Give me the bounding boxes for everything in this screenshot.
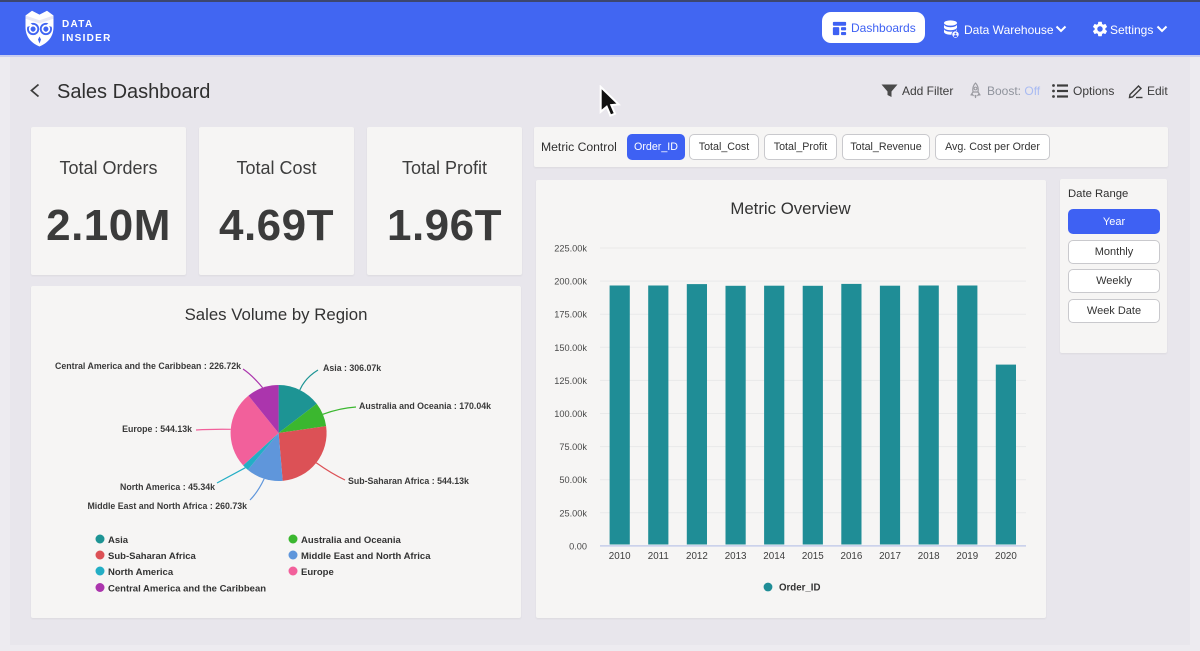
svg-text:2020: 2020: [995, 551, 1017, 562]
svg-text:2017: 2017: [879, 551, 901, 562]
svg-text:Sub-Saharan Africa: Sub-Saharan Africa: [108, 551, 197, 562]
svg-text:2012: 2012: [686, 551, 708, 562]
svg-text:225.00k: 225.00k: [554, 244, 587, 254]
svg-text:Australia and Oceania: Australia and Oceania: [301, 535, 402, 546]
svg-text:2013: 2013: [725, 551, 747, 562]
svg-text:2016: 2016: [841, 551, 863, 562]
svg-text:25.00k: 25.00k: [559, 508, 587, 518]
svg-text:Central America and the Caribb: Central America and the Caribbean : 226.…: [55, 361, 241, 371]
svg-text:Asia : 306.07k: Asia : 306.07k: [323, 363, 381, 373]
svg-text:Asia: Asia: [108, 535, 129, 546]
svg-text:North America: North America: [108, 567, 174, 578]
svg-text:50.00k: 50.00k: [559, 475, 587, 485]
svg-text:Middle East and North Africa :: Middle East and North Africa : 260.73k: [87, 501, 247, 511]
svg-text:Order_ID: Order_ID: [779, 583, 820, 594]
svg-text:150.00k: 150.00k: [554, 343, 587, 353]
svg-text:Sub-Saharan Africa : 544.13k: Sub-Saharan Africa : 544.13k: [348, 476, 469, 486]
svg-text:Middle East and North Africa: Middle East and North Africa: [301, 551, 431, 562]
svg-text:175.00k: 175.00k: [554, 310, 587, 320]
svg-text:Europe: Europe: [301, 567, 334, 578]
svg-text:2014: 2014: [763, 551, 785, 562]
svg-text:2018: 2018: [918, 551, 940, 562]
svg-text:2019: 2019: [956, 551, 978, 562]
svg-text:Central America and the Caribb: Central America and the Caribbean: [108, 584, 266, 595]
svg-text:75.00k: 75.00k: [559, 442, 587, 452]
svg-text:2010: 2010: [609, 551, 631, 562]
svg-text:Europe : 544.13k: Europe : 544.13k: [122, 424, 192, 434]
svg-text:2011: 2011: [648, 551, 669, 562]
svg-text:125.00k: 125.00k: [554, 376, 587, 386]
svg-text:North America : 45.34k: North America : 45.34k: [120, 482, 215, 492]
svg-text:Australia and Oceania : 170.04: Australia and Oceania : 170.04k: [359, 401, 491, 411]
svg-text:100.00k: 100.00k: [554, 409, 587, 419]
svg-text:0.00: 0.00: [569, 541, 587, 551]
svg-text:200.00k: 200.00k: [554, 277, 587, 287]
svg-text:2015: 2015: [802, 551, 824, 562]
